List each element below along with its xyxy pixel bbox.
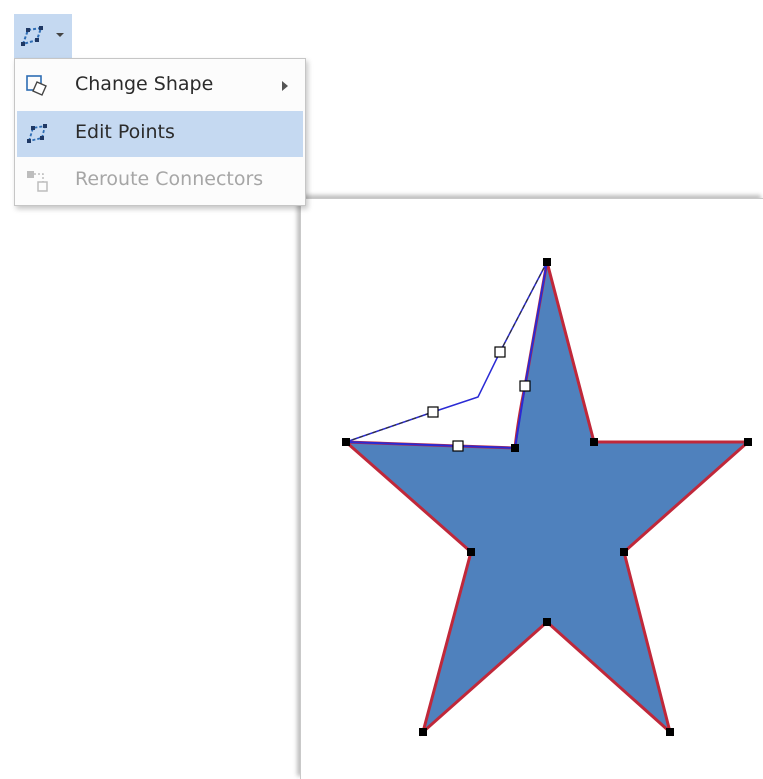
vertex-point[interactable] [590, 438, 598, 446]
vertex-point[interactable] [543, 258, 551, 266]
bezier-handle[interactable] [519, 380, 531, 392]
bezier-handle-line [345, 261, 548, 443]
vertex-point[interactable] [666, 728, 674, 736]
bezier-handle[interactable] [452, 440, 464, 452]
vertex-point[interactable] [744, 438, 752, 446]
vertex-point[interactable] [419, 728, 427, 736]
star-shape[interactable] [341, 261, 752, 737]
vertex-point[interactable] [620, 548, 628, 556]
vertex-point[interactable] [543, 618, 551, 626]
bezier-handle[interactable] [427, 406, 439, 418]
bezier-handle[interactable] [494, 346, 506, 358]
star-shape-canvas [341, 258, 752, 737]
vertex-point[interactable] [467, 548, 475, 556]
vertex-point[interactable] [511, 444, 519, 452]
vertex-point[interactable] [342, 438, 350, 446]
